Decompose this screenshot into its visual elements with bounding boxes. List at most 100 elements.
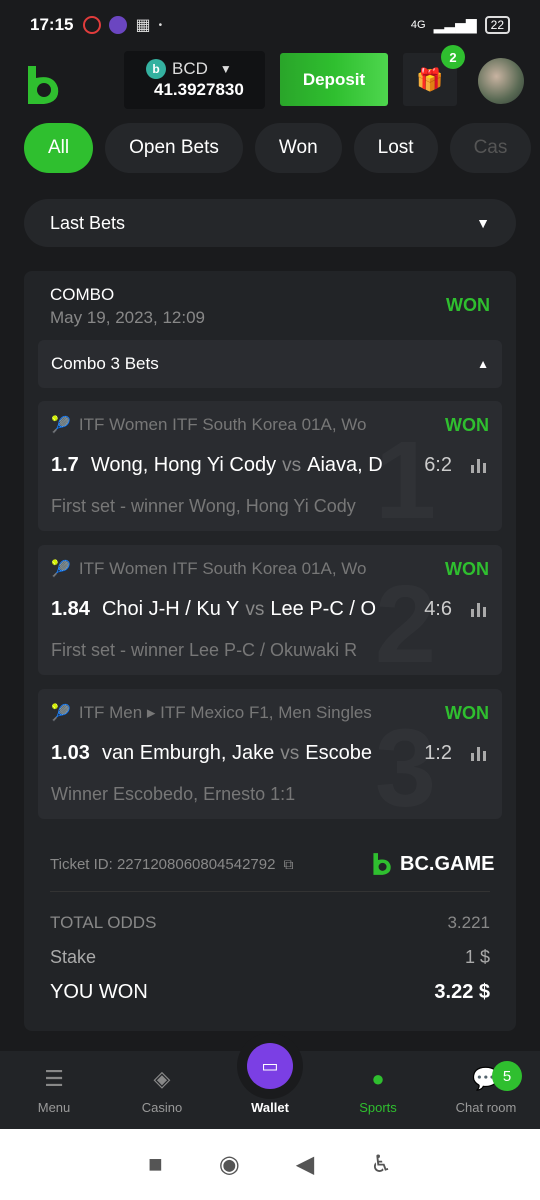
tab-open-bets[interactable]: Open Bets xyxy=(105,123,243,173)
bet-status: WON xyxy=(445,559,489,579)
bet-odds: 1.7 xyxy=(51,454,79,476)
bet-score: 1:2 xyxy=(424,742,452,764)
bet-pick: First set - winner Wong, Hong Yi Cody xyxy=(51,496,356,516)
nav-menu[interactable]: ☰ Menu xyxy=(0,1051,108,1129)
status-app-icons: ▦ • xyxy=(83,15,162,35)
tab-lost[interactable]: Lost xyxy=(353,123,438,173)
home-circle-icon[interactable]: ◉ xyxy=(219,1150,240,1179)
wallet-icon: ▭ xyxy=(247,1043,293,1089)
bet-vs: vs xyxy=(280,743,300,764)
bet-item[interactable]: 1 🎾 ITF Women ITF South Korea 01A, Wo WO… xyxy=(38,401,502,531)
total-odds-row: TOTAL ODDS 3.221 xyxy=(50,913,490,933)
currency-label: BCD xyxy=(172,59,208,78)
dropdown-label: Last Bets xyxy=(50,212,126,233)
stake-row: Stake 1 $ xyxy=(50,947,490,968)
bet-home: Choi J-H / Ku Y xyxy=(101,598,240,620)
bet-status: WON xyxy=(445,415,489,435)
hamburger-icon: ☰ xyxy=(44,1066,64,1091)
avatar[interactable] xyxy=(478,58,524,104)
record-icon xyxy=(83,16,102,34)
balance-selector[interactable]: b BCD ▼ 41.3927830 xyxy=(124,51,265,109)
wallet-circle: ▭ xyxy=(237,1033,303,1099)
dot-icon: • xyxy=(158,19,163,31)
bet-vs: vs xyxy=(245,599,265,620)
deposit-button[interactable]: Deposit xyxy=(280,53,388,106)
won-value: 3.22 $ xyxy=(434,981,490,1003)
accessibility-icon[interactable]: ♿ xyxy=(370,1150,392,1179)
bet-odds: 1.03 xyxy=(51,742,90,764)
bet-match: 1.84 Choi J-H / Ku Y vs Lee P-C / O xyxy=(51,598,431,621)
won-label: YOU WON xyxy=(50,981,148,1003)
network-label: 4G xyxy=(410,19,426,31)
bottom-nav: ☰ Menu ◈ Casino ▭ Wallet ● Sports 💬 Chat… xyxy=(0,1033,540,1129)
combo-date: May 19, 2023, 12:09 xyxy=(50,308,206,327)
battery-icon: 22 xyxy=(484,16,510,34)
divider xyxy=(50,891,490,892)
gift-badge: 2 xyxy=(441,45,465,69)
bet-home: Wong, Hong Yi Cody xyxy=(90,454,277,476)
combo-title: COMBO xyxy=(50,285,115,304)
status-time: 17:15 xyxy=(30,15,74,34)
chevron-down-icon: ▼ xyxy=(219,62,232,76)
combo-status-badge: WON xyxy=(446,295,490,315)
gift-button[interactable]: 🎁 2 xyxy=(403,45,465,106)
nav-wallet[interactable]: ▭ Wallet xyxy=(216,1033,324,1129)
bet-index: 1 xyxy=(374,419,436,532)
nav-chat-room[interactable]: 💬 Chat room 5 xyxy=(432,1051,540,1129)
bet-league: 🎾 ITF Women ITF South Korea 01A, Wo xyxy=(51,559,367,578)
ticket-id: Ticket ID: 2271208060804542792 ⧉ xyxy=(50,856,293,873)
bet-away: Escobe xyxy=(305,742,372,764)
status-bar: 17:15 ▦ • 4G ▂▃▅▇ 22 xyxy=(0,0,540,50)
app-icon xyxy=(109,16,128,34)
square-icon[interactable]: ■ xyxy=(148,1151,163,1179)
system-nav-bar: ■ ◉ ◀ ♿ xyxy=(0,1129,540,1200)
ticket-id-text: Ticket ID: 2271208060804542792 xyxy=(50,856,276,873)
bc-game-brand: BC.GAME xyxy=(370,851,494,877)
bet-home: van Emburgh, Jake xyxy=(101,742,275,764)
bet-pick: First set - winner Lee P-C / Okuwaki R xyxy=(51,640,358,660)
total-odds-label: TOTAL ODDS xyxy=(50,913,157,932)
bet-vs: vs xyxy=(282,455,302,476)
stake-value: 1 $ xyxy=(464,947,490,967)
basketball-icon: ● xyxy=(371,1066,385,1091)
tab-all[interactable]: All xyxy=(24,123,94,173)
chat-badge: 5 xyxy=(492,1061,522,1091)
tab-cashout[interactable]: Cas xyxy=(449,123,532,173)
dice-icon: ◈ xyxy=(153,1066,171,1091)
tennis-icon: 🎾 xyxy=(51,417,71,434)
bcd-coin-icon: b xyxy=(146,59,166,79)
combo-card: COMBO May 19, 2023, 12:09 WON Combo 3 Be… xyxy=(24,271,516,1031)
bet-status: WON xyxy=(445,703,489,723)
copy-icon[interactable]: ⧉ xyxy=(283,856,293,873)
back-triangle-icon[interactable]: ◀ xyxy=(296,1150,314,1179)
nav-casino[interactable]: ◈ Casino xyxy=(108,1051,216,1129)
stake-label: Stake xyxy=(50,947,97,967)
bet-item[interactable]: 3 🎾 ITF Men ▸ ITF Mexico F1, Men Singles… xyxy=(38,689,502,819)
bet-away: Lee P-C / O xyxy=(270,598,377,620)
tennis-icon: 🎾 xyxy=(51,705,71,722)
stats-icon[interactable] xyxy=(471,603,486,617)
nav-sports[interactable]: ● Sports xyxy=(324,1051,432,1129)
bet-odds: 1.84 xyxy=(51,598,90,620)
stats-icon[interactable] xyxy=(471,747,486,761)
signal-icon: ▂▃▅▇ xyxy=(433,16,477,33)
balance-amount: 41.3927830 xyxy=(154,80,244,99)
caret-up-icon: ▲ xyxy=(477,357,489,371)
combo-bets-toggle[interactable]: Combo 3 Bets ▲ xyxy=(38,340,502,388)
bet-score: 4:6 xyxy=(424,598,452,620)
tennis-icon: 🎾 xyxy=(51,561,71,578)
app-header: b BCD ▼ 41.3927830 Deposit 🎁 2 xyxy=(0,45,540,120)
bet-league: 🎾 ITF Men ▸ ITF Mexico F1, Men Singles xyxy=(51,703,372,722)
bet-away: Aiava, D xyxy=(307,454,383,476)
total-odds-value: 3.221 xyxy=(447,913,490,932)
stats-icon[interactable] xyxy=(471,459,486,473)
last-bets-dropdown[interactable]: Last Bets ▼ xyxy=(24,199,516,247)
bet-index: 3 xyxy=(374,707,436,820)
bc-logo-icon[interactable] xyxy=(22,64,64,106)
status-right: 4G ▂▃▅▇ 22 xyxy=(411,16,510,34)
tab-won[interactable]: Won xyxy=(254,123,342,173)
bets-toggle-label: Combo 3 Bets xyxy=(51,354,159,373)
bet-pick: Winner Escobedo, Ernesto 1:1 xyxy=(51,784,296,804)
bet-item[interactable]: 2 🎾 ITF Women ITF South Korea 01A, Wo WO… xyxy=(38,545,502,675)
won-row: YOU WON 3.22 $ xyxy=(50,981,490,1004)
